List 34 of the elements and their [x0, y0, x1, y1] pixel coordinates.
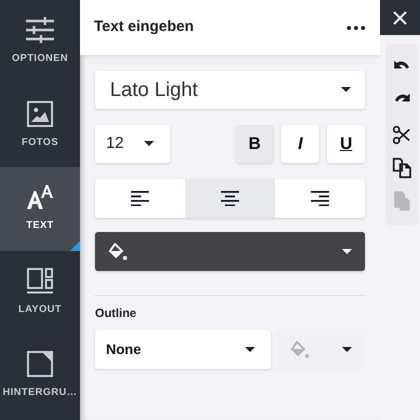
copy-icon[interactable]: [390, 155, 414, 180]
layout-icon: [27, 268, 53, 294]
paint-bucket-icon: [108, 242, 128, 260]
font-size-icon: [26, 184, 54, 210]
underline-button[interactable]: U: [327, 125, 365, 163]
background-icon: [27, 351, 53, 378]
close-icon[interactable]: [393, 10, 407, 24]
bold-button[interactable]: B: [236, 125, 274, 163]
caret-icon: [144, 141, 154, 147]
sidebar-item[interactable]: HINTERGRU…: [0, 334, 80, 418]
align-left-icon: [131, 191, 149, 206]
more-icon[interactable]: [347, 26, 365, 30]
fill-color-dropdown[interactable]: [95, 232, 365, 271]
font-size-dropdown[interactable]: 12: [95, 125, 170, 163]
paint-bucket-icon: [290, 340, 310, 358]
outline-dropdown[interactable]: None: [95, 330, 271, 369]
caret-icon: [245, 346, 255, 352]
italic-button[interactable]: I: [281, 125, 320, 163]
align-right-icon: [311, 191, 329, 206]
corner-marker-icon: [70, 240, 80, 250]
sliders-icon: [26, 17, 54, 44]
caret-icon: [341, 87, 351, 93]
align-center-button[interactable]: [185, 179, 275, 218]
sidebar-item[interactable]: FOTOS: [0, 84, 80, 167]
font-dropdown[interactable]: Lato Light: [95, 71, 365, 109]
sidebar-item[interactable]: LAYOUT: [0, 250, 80, 334]
sidebar-item[interactable]: OPTIONEN: [0, 0, 80, 84]
photo-icon: [27, 100, 53, 127]
sidebar-item[interactable]: TEXT: [0, 167, 80, 250]
outline-label: Outline: [95, 305, 138, 322]
align-center-icon: [221, 191, 239, 206]
caret-icon: [342, 248, 352, 254]
caret-icon: [342, 346, 352, 352]
panel-title: Text eingeben: [94, 17, 194, 38]
